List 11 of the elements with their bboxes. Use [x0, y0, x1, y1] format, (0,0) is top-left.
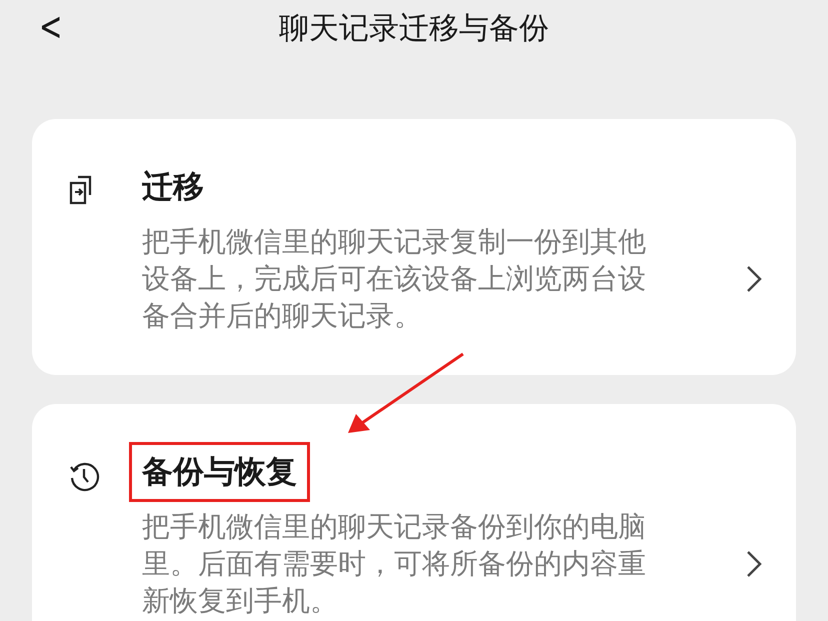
page-title: 聊天记录迁移与备份 — [279, 10, 549, 48]
option-card[interactable]: 迁移 把手机微信里的聊天记录复制一份到其他设备上，完成后可在该设备上浏览两台设备合并后的聊天记录。 — [32, 119, 796, 375]
back-button[interactable]: < — [33, 4, 68, 50]
history-icon — [68, 460, 100, 492]
card-description: 把手机微信里的聊天记录备份到你的电脑里。后面有需要时，可将所备份的内容重新恢复到手机。 — [142, 509, 647, 619]
card-title: 迁移 — [141, 168, 205, 207]
card-description: 把手机微信里的聊天记录复制一份到其他设备上，完成后可在该设备上浏览两台设备合并后的聊天记录。 — [142, 224, 647, 334]
chevron-right-icon — [746, 550, 762, 578]
chevron-right-icon — [746, 264, 762, 292]
card-title: 备份与恢复 — [129, 442, 310, 502]
option-card[interactable]: 备份与恢复 把手机微信里的聊天记录备份到你的电脑里。后面有需要时，可将所备份的内容重新恢复到手机。 — [32, 404, 796, 621]
